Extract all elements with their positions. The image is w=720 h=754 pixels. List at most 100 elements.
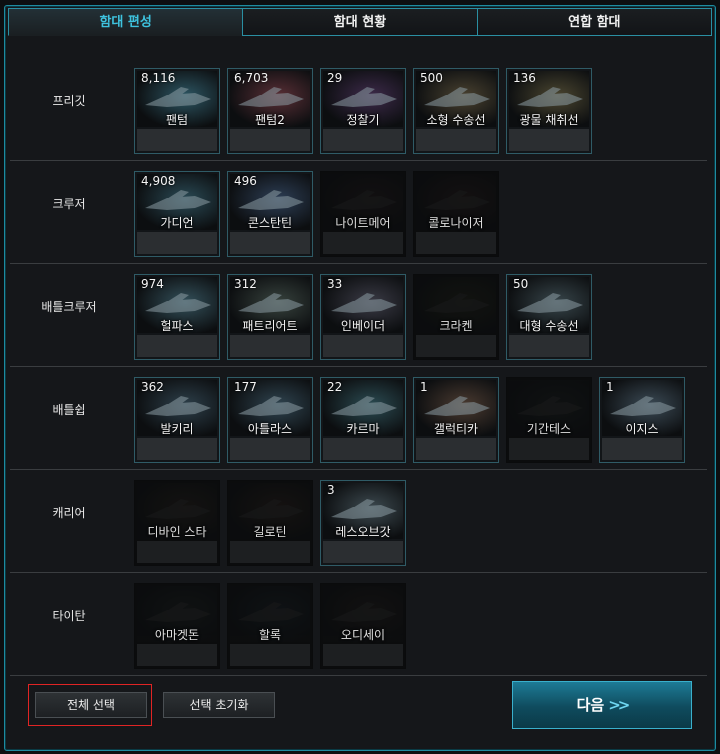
ship-card[interactable]: 29 정찰기	[320, 68, 406, 154]
ship-name: 기간테스	[526, 422, 572, 436]
ship-card[interactable]: 312 패트리어트	[227, 274, 313, 360]
tab-fleet-status[interactable]: 함대 현황	[242, 8, 478, 36]
ship-card[interactable]: 50 대형 수송선	[506, 274, 592, 360]
ship-card[interactable]: 1 이지스	[599, 377, 685, 463]
ship-class-row: 배틀크루저 974 헐파스 312 패트리어트 33 인베이더 크라켄 50 대형 수송선	[10, 264, 707, 367]
ship-name: 카르마	[346, 422, 380, 436]
ship-count: 50	[513, 277, 529, 291]
ship-count: 33	[327, 277, 343, 291]
ship-name: 할록	[258, 628, 282, 642]
ship-count: 496	[234, 174, 257, 188]
ship-class-row: 프리깃 8,116 팬텀 6,703 팬텀2 29 정찰기 500 소형 수송선 136 광물 채취…	[10, 58, 707, 161]
ship-card[interactable]: 136 광물 채취선	[506, 68, 592, 154]
ship-card: 길로틴	[227, 480, 313, 566]
ship-card-list: 디바인 스타 길로틴 3 레스오브갓	[134, 480, 413, 566]
ship-count: 4,908	[141, 174, 176, 188]
ship-card-footer	[230, 232, 310, 254]
ship-name: 아마겟돈	[154, 628, 200, 642]
ship-count: 136	[513, 71, 536, 85]
ship-card-footer	[323, 644, 403, 666]
ship-count: 8,116	[141, 71, 176, 85]
ship-card[interactable]: 6,703 팬텀2	[227, 68, 313, 154]
ship-count: 22	[327, 380, 343, 394]
ship-card-footer	[323, 541, 403, 563]
ship-name: 소형 수송선	[426, 113, 486, 127]
ship-name: 나이트메어	[335, 216, 391, 230]
ship-card-list: 974 헐파스 312 패트리어트 33 인베이더 크라켄 50 대형 수송선	[134, 274, 599, 360]
ship-card[interactable]: 500 소형 수송선	[413, 68, 499, 154]
ship-card: 오디세이	[320, 583, 406, 669]
ship-name: 팬텀2	[255, 113, 285, 127]
ship-card-footer	[323, 129, 403, 151]
ship-class-row: 배틀쉽 362 발키리 177 아틀라스 22 카르마 1 갤럭티카 기간테스 1 이지스	[10, 367, 707, 470]
next-button[interactable]: 다음 >>	[512, 681, 692, 729]
double-chevron-right-icon: >>	[608, 696, 630, 714]
ship-name: 레스오브갓	[335, 525, 391, 539]
ship-card[interactable]: 362 발키리	[134, 377, 220, 463]
ship-name: 아틀라스	[247, 422, 293, 436]
ship-name: 디바인 스타	[147, 525, 207, 539]
ship-count: 974	[141, 277, 164, 291]
ship-card-footer	[230, 129, 310, 151]
ship-name: 이지스	[625, 422, 659, 436]
ship-card: 할록	[227, 583, 313, 669]
ship-class-label: 캐리어	[52, 506, 86, 520]
ship-card-footer	[416, 438, 496, 460]
ship-card: 기간테스	[506, 377, 592, 463]
ship-name: 콘스탄틴	[247, 216, 293, 230]
ship-card-footer	[137, 644, 217, 666]
ship-class-label: 프리깃	[52, 94, 86, 108]
ship-name: 팬텀	[165, 113, 189, 127]
ship-count: 3	[327, 483, 335, 497]
ship-card[interactable]: 22 카르마	[320, 377, 406, 463]
ship-card-list: 362 발키리 177 아틀라스 22 카르마 1 갤럭티카 기간테스 1 이지스	[134, 377, 692, 463]
ship-card[interactable]: 8,116 팬텀	[134, 68, 220, 154]
ship-card[interactable]: 1 갤럭티카	[413, 377, 499, 463]
ship-name: 가디언	[160, 216, 194, 230]
ship-card: 콜로나이저	[413, 171, 499, 257]
ship-card-footer	[230, 644, 310, 666]
ship-card: 아마겟돈	[134, 583, 220, 669]
ship-count: 1	[606, 380, 614, 394]
tab-fleet-formation[interactable]: 함대 편성	[8, 8, 244, 36]
ship-class-label: 타이탄	[52, 609, 86, 623]
ship-card-footer	[137, 541, 217, 563]
tab-alliance-fleet[interactable]: 연합 함대	[476, 8, 712, 36]
ship-card[interactable]: 974 헐파스	[134, 274, 220, 360]
ship-card[interactable]: 3 레스오브갓	[320, 480, 406, 566]
ship-count: 6,703	[234, 71, 269, 85]
ship-class-row: 타이탄아마겟돈 할록 오디세이	[10, 573, 707, 676]
ship-name: 오디세이	[340, 628, 386, 642]
ship-card: 나이트메어	[320, 171, 406, 257]
ship-card[interactable]: 4,908 가디언	[134, 171, 220, 257]
ship-name: 정찰기	[346, 113, 380, 127]
ship-class-label: 크루저	[52, 197, 86, 211]
ship-count: 1	[420, 380, 428, 394]
ship-card-footer	[137, 232, 217, 254]
ship-card-footer	[323, 232, 403, 254]
ship-class-list: 프리깃 8,116 팬텀 6,703 팬텀2 29 정찰기 500 소형 수송선 136 광물 채취…	[10, 58, 707, 676]
ship-name: 패트리어트	[242, 319, 298, 333]
ship-card-footer	[509, 438, 589, 460]
ship-count: 29	[327, 71, 343, 85]
ship-name: 길로틴	[253, 525, 287, 539]
ship-card-footer	[602, 438, 682, 460]
ship-name: 인베이더	[340, 319, 386, 333]
next-label: 다음	[576, 696, 605, 714]
ship-card-footer	[416, 335, 496, 357]
ship-card[interactable]: 496 콘스탄틴	[227, 171, 313, 257]
ship-card[interactable]: 33 인베이더	[320, 274, 406, 360]
ship-card-footer	[137, 129, 217, 151]
select-all-button[interactable]: 전체 선택	[35, 692, 147, 718]
ship-class-row: 캐리어 디바인 스타 길로틴 3 레스오브갓	[10, 470, 707, 573]
ship-card-footer	[230, 438, 310, 460]
ship-count: 177	[234, 380, 257, 394]
ship-name: 콜로나이저	[428, 216, 484, 230]
ship-count: 362	[141, 380, 164, 394]
tab-bar: 함대 편성 함대 현황 연합 함대	[8, 8, 712, 38]
ship-count: 500	[420, 71, 443, 85]
ship-card-list: 8,116 팬텀 6,703 팬텀2 29 정찰기 500 소형 수송선 136 광물 채취선	[134, 68, 599, 154]
ship-card[interactable]: 177 아틀라스	[227, 377, 313, 463]
reset-selection-button[interactable]: 선택 초기화	[163, 692, 275, 718]
ship-card-footer	[323, 335, 403, 357]
